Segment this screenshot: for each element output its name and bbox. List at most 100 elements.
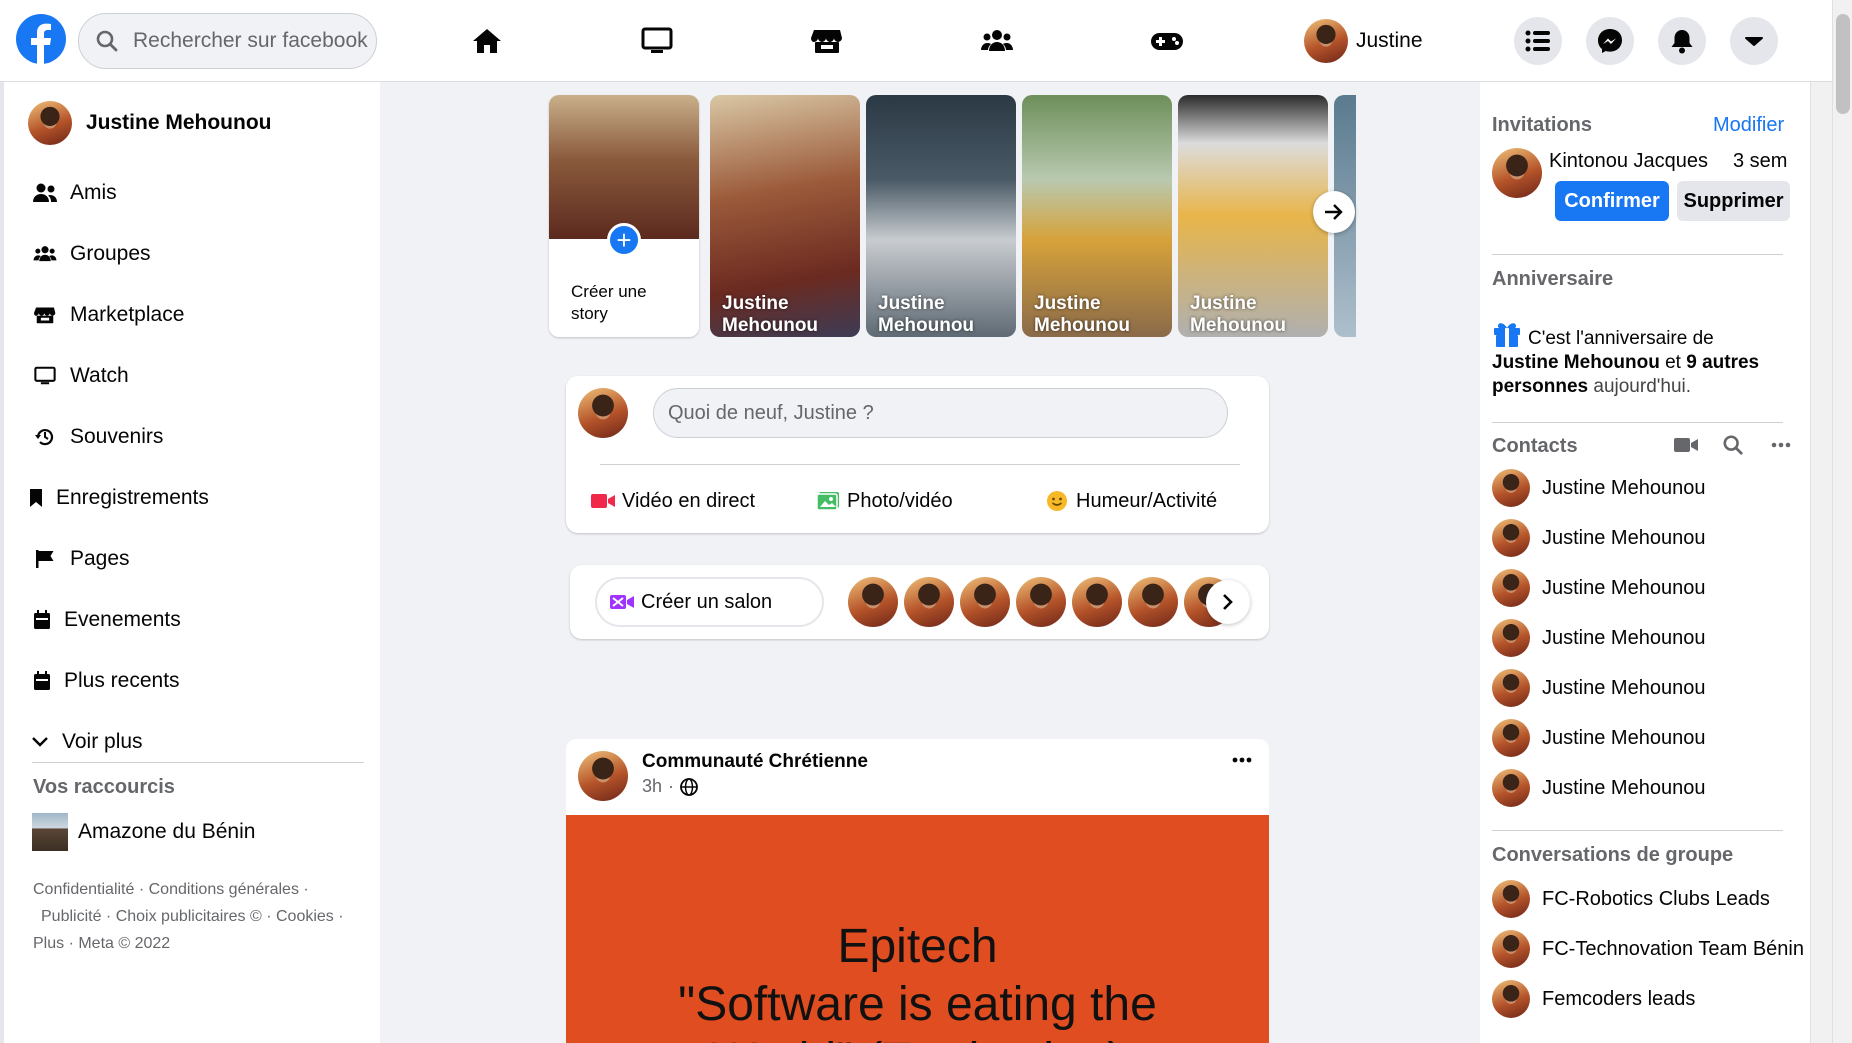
story-card[interactable]: Justine Mehounou (1022, 95, 1172, 337)
watch-icon[interactable] (640, 26, 674, 56)
facebook-logo[interactable] (16, 14, 66, 64)
stories-next-button[interactable] (1313, 191, 1355, 233)
group-conversation-item[interactable]: FC-Robotics Clubs Leads (1492, 879, 1770, 919)
scrollbar-thumb[interactable] (1836, 14, 1850, 114)
sidebar-item-groupes[interactable]: Groupes (32, 234, 151, 274)
more-options-icon[interactable] (1232, 757, 1252, 763)
divider (1492, 830, 1783, 831)
shortcut-label: Amazone du Bénin (78, 820, 256, 843)
story-author: Justine Mehounou (878, 293, 975, 336)
sidebar-item-evenements[interactable]: Evenements (32, 600, 181, 640)
groups-icon[interactable] (980, 26, 1014, 56)
avatar[interactable] (960, 577, 1010, 627)
create-room-button[interactable]: Créer un salon (595, 577, 824, 627)
profile-name: Justine (1356, 29, 1423, 52)
sidebar-see-more[interactable]: Voir plus (30, 722, 143, 762)
avatar[interactable] (1128, 577, 1178, 627)
page-scrollbar[interactable] (1810, 82, 1832, 1043)
delete-button[interactable]: Supprimer (1677, 181, 1790, 221)
group-conversation-item[interactable]: FC-Technovation Team Bénin (1492, 929, 1804, 969)
sidebar-item-enregistrements[interactable]: Enregistrements (26, 478, 209, 518)
marketplace-icon[interactable] (810, 26, 844, 56)
shortcut-item[interactable]: Amazone du Bénin (32, 812, 255, 852)
contact-item[interactable]: Justine Mehounou (1492, 718, 1705, 758)
group-conversations-title: Conversations de groupe (1492, 844, 1734, 866)
story-card[interactable]: Justine Mehounou (866, 95, 1016, 337)
sidebar-profile[interactable]: Justine Mehounou (28, 99, 272, 147)
sidebar-item-marketplace[interactable]: Marketplace (32, 295, 184, 335)
search-input[interactable]: Rechercher sur facebook (133, 29, 368, 53)
search-bar[interactable]: Rechercher sur facebook (78, 13, 377, 69)
sidebar-item-amis[interactable]: Amis (32, 173, 117, 213)
story-photo (549, 95, 699, 239)
group-conversation-item[interactable]: Femcoders leads (1492, 979, 1695, 1019)
search-icon[interactable] (1722, 434, 1744, 456)
avatar[interactable] (848, 577, 898, 627)
avatar[interactable] (904, 577, 954, 627)
footer-line[interactable]: Publicité · Choix publicitaires © · Cook… (33, 903, 353, 930)
birthday-text: et (1659, 352, 1687, 373)
invitations-title: Invitations (1492, 114, 1593, 136)
video-call-icon[interactable] (1673, 436, 1699, 454)
friends-icon (32, 181, 58, 205)
story-card[interactable]: Justine Mehounou (1178, 95, 1328, 337)
profile-shortcut[interactable]: Justine (1304, 18, 1423, 64)
plus-icon[interactable]: + (607, 223, 641, 257)
messenger-button[interactable] (1586, 17, 1634, 65)
account-button[interactable] (1730, 17, 1778, 65)
birthday-notice[interactable]: C'est l'anniversaire de Justine Mehounou… (1492, 318, 1792, 399)
invite-name[interactable]: Kintonou Jacques (1549, 150, 1708, 173)
avatar[interactable] (1492, 148, 1542, 198)
contact-item[interactable]: Justine Mehounou (1492, 468, 1705, 508)
live-video-button[interactable]: Vidéo en direct (590, 484, 755, 518)
photo-icon (815, 490, 841, 512)
notifications-button[interactable] (1658, 17, 1706, 65)
avatar (1492, 519, 1530, 557)
contact-item[interactable]: Justine Mehounou (1492, 568, 1705, 608)
avatar[interactable] (1072, 577, 1122, 627)
group-name: FC-Technovation Team Bénin (1542, 937, 1804, 960)
caret-down-icon (1745, 37, 1763, 46)
divider (1492, 422, 1783, 423)
contact-item[interactable]: Justine Mehounou (1492, 618, 1705, 658)
edit-invitations-link[interactable]: Modifier (1713, 114, 1784, 137)
menu-button[interactable] (1514, 17, 1562, 65)
bell-icon (1671, 30, 1693, 54)
calendar-icon (32, 669, 52, 693)
photo-video-label: Photo/vidéo (847, 489, 953, 512)
story-card[interactable]: Justine Mehounou (710, 95, 860, 337)
right-sidebar: Invitations Modifier Kintonou Jacques 3 … (1480, 82, 1810, 1043)
birthday-text: C'est l'anniversaire de (1528, 328, 1714, 349)
avatar[interactable] (1016, 577, 1066, 627)
contact-item[interactable]: Justine Mehounou (1492, 668, 1705, 708)
sidebar-item-label: Enregistrements (56, 486, 209, 509)
sidebar-item-pages[interactable]: Pages (32, 539, 130, 579)
window-scrollbar[interactable] (1832, 0, 1852, 1043)
divider (600, 464, 1240, 465)
post-image[interactable]: Epitech "Software is eating the World" (… (566, 815, 1269, 1043)
contact-item[interactable]: Justine Mehounou (1492, 768, 1705, 808)
confirm-button[interactable]: Confirmer (1555, 181, 1669, 221)
feeling-activity-button[interactable]: Humeur/Activité (1044, 484, 1217, 518)
sidebar-item-watch[interactable]: Watch (32, 356, 129, 396)
arrow-right-icon (1325, 204, 1343, 220)
footer-line[interactable]: Confidentialité · Conditions générales · (33, 876, 353, 903)
photo-video-button[interactable]: Photo/vidéo (815, 484, 953, 518)
memories-icon (32, 425, 58, 449)
sidebar-item-plus-recents[interactable]: Plus recents (32, 661, 180, 701)
rooms-next-button[interactable] (1206, 580, 1250, 624)
sidebar-item-souvenirs[interactable]: Souvenirs (32, 417, 163, 457)
home-icon[interactable] (470, 26, 504, 56)
story-author: Justine Mehounou (1190, 293, 1287, 336)
avatar[interactable] (578, 751, 628, 801)
more-options-icon[interactable] (1771, 442, 1791, 448)
post-banner-title: Epitech (837, 920, 998, 973)
post-author[interactable]: Communauté Chrétienne (642, 751, 868, 773)
gaming-icon[interactable] (1150, 26, 1184, 56)
avatar (1492, 980, 1530, 1018)
post-time[interactable]: 3h (642, 776, 662, 797)
create-story-card[interactable]: + Créer une story (549, 95, 699, 337)
contact-item[interactable]: Justine Mehounou (1492, 518, 1705, 558)
footer-line[interactable]: Plus · Meta © 2022 (33, 930, 353, 957)
composer-input[interactable]: Quoi de neuf, Justine ? (653, 388, 1228, 438)
